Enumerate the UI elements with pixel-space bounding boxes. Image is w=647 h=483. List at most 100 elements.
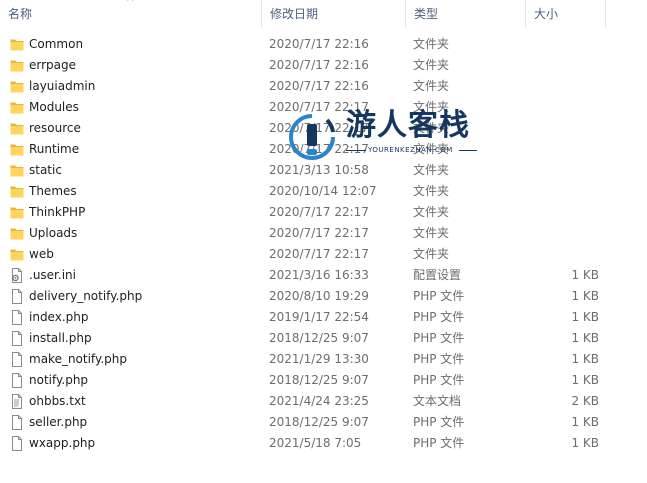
file-name: notify.php	[29, 373, 89, 387]
column-header-name-label: 名称	[8, 7, 33, 21]
folder-icon	[10, 184, 24, 199]
file-row[interactable]: layuiadmin 2020/7/17 22:16 文件夹	[0, 76, 647, 97]
file-type: PHP 文件	[413, 289, 465, 303]
sort-ascending-icon: ^	[126, 0, 135, 8]
file-type: PHP 文件	[413, 373, 465, 387]
file-row[interactable]: Themes 2020/10/14 12:07 文件夹	[0, 181, 647, 202]
file-name: Modules	[29, 100, 79, 114]
file-name: delivery_notify.php	[29, 289, 143, 303]
file-size: 1 KB	[571, 373, 599, 387]
file-row[interactable]: Runtime 2020/7/17 22:17 文件夹	[0, 139, 647, 160]
file-name: resource	[29, 121, 81, 135]
file-icon	[10, 415, 24, 430]
file-size: 1 KB	[571, 289, 599, 303]
file-name: wxapp.php	[29, 436, 96, 450]
file-type: 文件夹	[413, 58, 450, 72]
file-type: 文件夹	[413, 226, 450, 240]
file-name: ThinkPHP	[29, 205, 86, 219]
file-modified-date: 2018/12/25 9:07	[269, 415, 369, 429]
file-modified-date: 2018/12/25 9:07	[269, 331, 369, 345]
column-header-name[interactable]: 名称 ^	[0, 0, 262, 28]
file-modified-date: 2021/3/16 16:33	[269, 268, 369, 282]
file-type: 文件夹	[413, 163, 450, 177]
file-row[interactable]: resource 2020/7/17 22:17 文件夹	[0, 118, 647, 139]
column-header-date[interactable]: 修改日期	[262, 0, 406, 28]
file-modified-date: 2020/7/17 22:16	[269, 58, 369, 72]
file-name: seller.php	[29, 415, 88, 429]
file-row[interactable]: notify.php 2018/12/25 9:07 PHP 文件 1 KB	[0, 370, 647, 391]
file-row[interactable]: make_notify.php 2021/1/29 13:30 PHP 文件 1 KB	[0, 349, 647, 370]
file-type: PHP 文件	[413, 310, 465, 324]
file-size: 1 KB	[571, 436, 599, 450]
file-size: 1 KB	[571, 352, 599, 366]
file-icon	[10, 310, 24, 325]
file-size: 1 KB	[571, 331, 599, 345]
file-size: 2 KB	[571, 394, 599, 408]
file-size: 1 KB	[571, 415, 599, 429]
file-row[interactable]: .user.ini 2021/3/16 16:33 配置设置 1 KB	[0, 265, 647, 286]
file-row[interactable]: wxapp.php 2021/5/18 7:05 PHP 文件 1 KB	[0, 433, 647, 454]
file-type: PHP 文件	[413, 436, 465, 450]
file-modified-date: 2019/1/17 22:54	[269, 310, 369, 324]
file-name: index.php	[29, 310, 89, 324]
file-row[interactable]: install.php 2018/12/25 9:07 PHP 文件 1 KB	[0, 328, 647, 349]
file-row[interactable]: seller.php 2018/12/25 9:07 PHP 文件 1 KB	[0, 412, 647, 433]
file-icon	[10, 373, 24, 388]
column-divider[interactable]	[605, 0, 606, 28]
folder-icon	[10, 205, 24, 220]
file-row[interactable]: Common 2020/7/17 22:16 文件夹	[0, 34, 647, 55]
file-type: PHP 文件	[413, 352, 465, 366]
folder-icon	[10, 37, 24, 52]
column-header-type-label: 类型	[414, 7, 439, 21]
file-row[interactable]: index.php 2019/1/17 22:54 PHP 文件 1 KB	[0, 307, 647, 328]
file-name: errpage	[29, 58, 77, 72]
file-name: Uploads	[29, 226, 78, 240]
folder-icon	[10, 142, 24, 157]
file-modified-date: 2020/7/17 22:17	[269, 247, 369, 261]
file-type: 文件夹	[413, 205, 450, 219]
folder-icon	[10, 100, 24, 115]
file-row[interactable]: Uploads 2020/7/17 22:17 文件夹	[0, 223, 647, 244]
settings-file-icon	[10, 268, 24, 283]
file-modified-date: 2018/12/25 9:07	[269, 373, 369, 387]
file-type: 文件夹	[413, 37, 450, 51]
column-header-type[interactable]: 类型	[406, 0, 526, 28]
file-modified-date: 2020/8/10 19:29	[269, 289, 369, 303]
file-row[interactable]: Modules 2020/7/17 22:17 文件夹	[0, 97, 647, 118]
column-header-row: 名称 ^ 修改日期 类型 大小	[0, 0, 647, 28]
file-type: 文件夹	[413, 79, 450, 93]
column-header-size-label: 大小	[534, 7, 559, 21]
file-row[interactable]: web 2020/7/17 22:17 文件夹	[0, 244, 647, 265]
file-name: Common	[29, 37, 84, 51]
file-type: 配置设置	[413, 268, 462, 282]
column-header-size[interactable]: 大小	[526, 0, 606, 28]
file-name: ohbbs.txt	[29, 394, 86, 408]
column-header-date-label: 修改日期	[270, 7, 319, 21]
file-type: 文件夹	[413, 121, 450, 135]
file-type: 文件夹	[413, 142, 450, 156]
file-modified-date: 2020/7/17 22:17	[269, 142, 369, 156]
file-row[interactable]: ohbbs.txt 2021/4/24 23:25 文本文档 2 KB	[0, 391, 647, 412]
file-name: layuiadmin	[29, 79, 96, 93]
file-modified-date: 2021/4/24 23:25	[269, 394, 369, 408]
file-type: 文件夹	[413, 247, 450, 261]
file-name: web	[29, 247, 54, 261]
file-type: PHP 文件	[413, 331, 465, 345]
file-row[interactable]: ThinkPHP 2020/7/17 22:17 文件夹	[0, 202, 647, 223]
file-row[interactable]: static 2021/3/13 10:58 文件夹	[0, 160, 647, 181]
file-explorer: 名称 ^ 修改日期 类型 大小 Common 2020/7/17 22:16 文件夹…	[0, 0, 647, 483]
file-row[interactable]: delivery_notify.php 2020/8/10 19:29 PHP 文件…	[0, 286, 647, 307]
folder-icon	[10, 226, 24, 241]
folder-icon	[10, 163, 24, 178]
file-modified-date: 2020/7/17 22:17	[269, 121, 369, 135]
file-icon	[10, 331, 24, 346]
file-modified-date: 2021/1/29 13:30	[269, 352, 369, 366]
file-icon	[10, 352, 24, 367]
file-type: 文本文档	[413, 394, 462, 408]
file-name: .user.ini	[29, 268, 76, 282]
file-row[interactable]: errpage 2020/7/17 22:16 文件夹	[0, 55, 647, 76]
folder-icon	[10, 79, 24, 94]
file-modified-date: 2020/7/17 22:16	[269, 79, 369, 93]
file-name: Themes	[29, 184, 77, 198]
file-modified-date: 2020/7/17 22:17	[269, 205, 369, 219]
